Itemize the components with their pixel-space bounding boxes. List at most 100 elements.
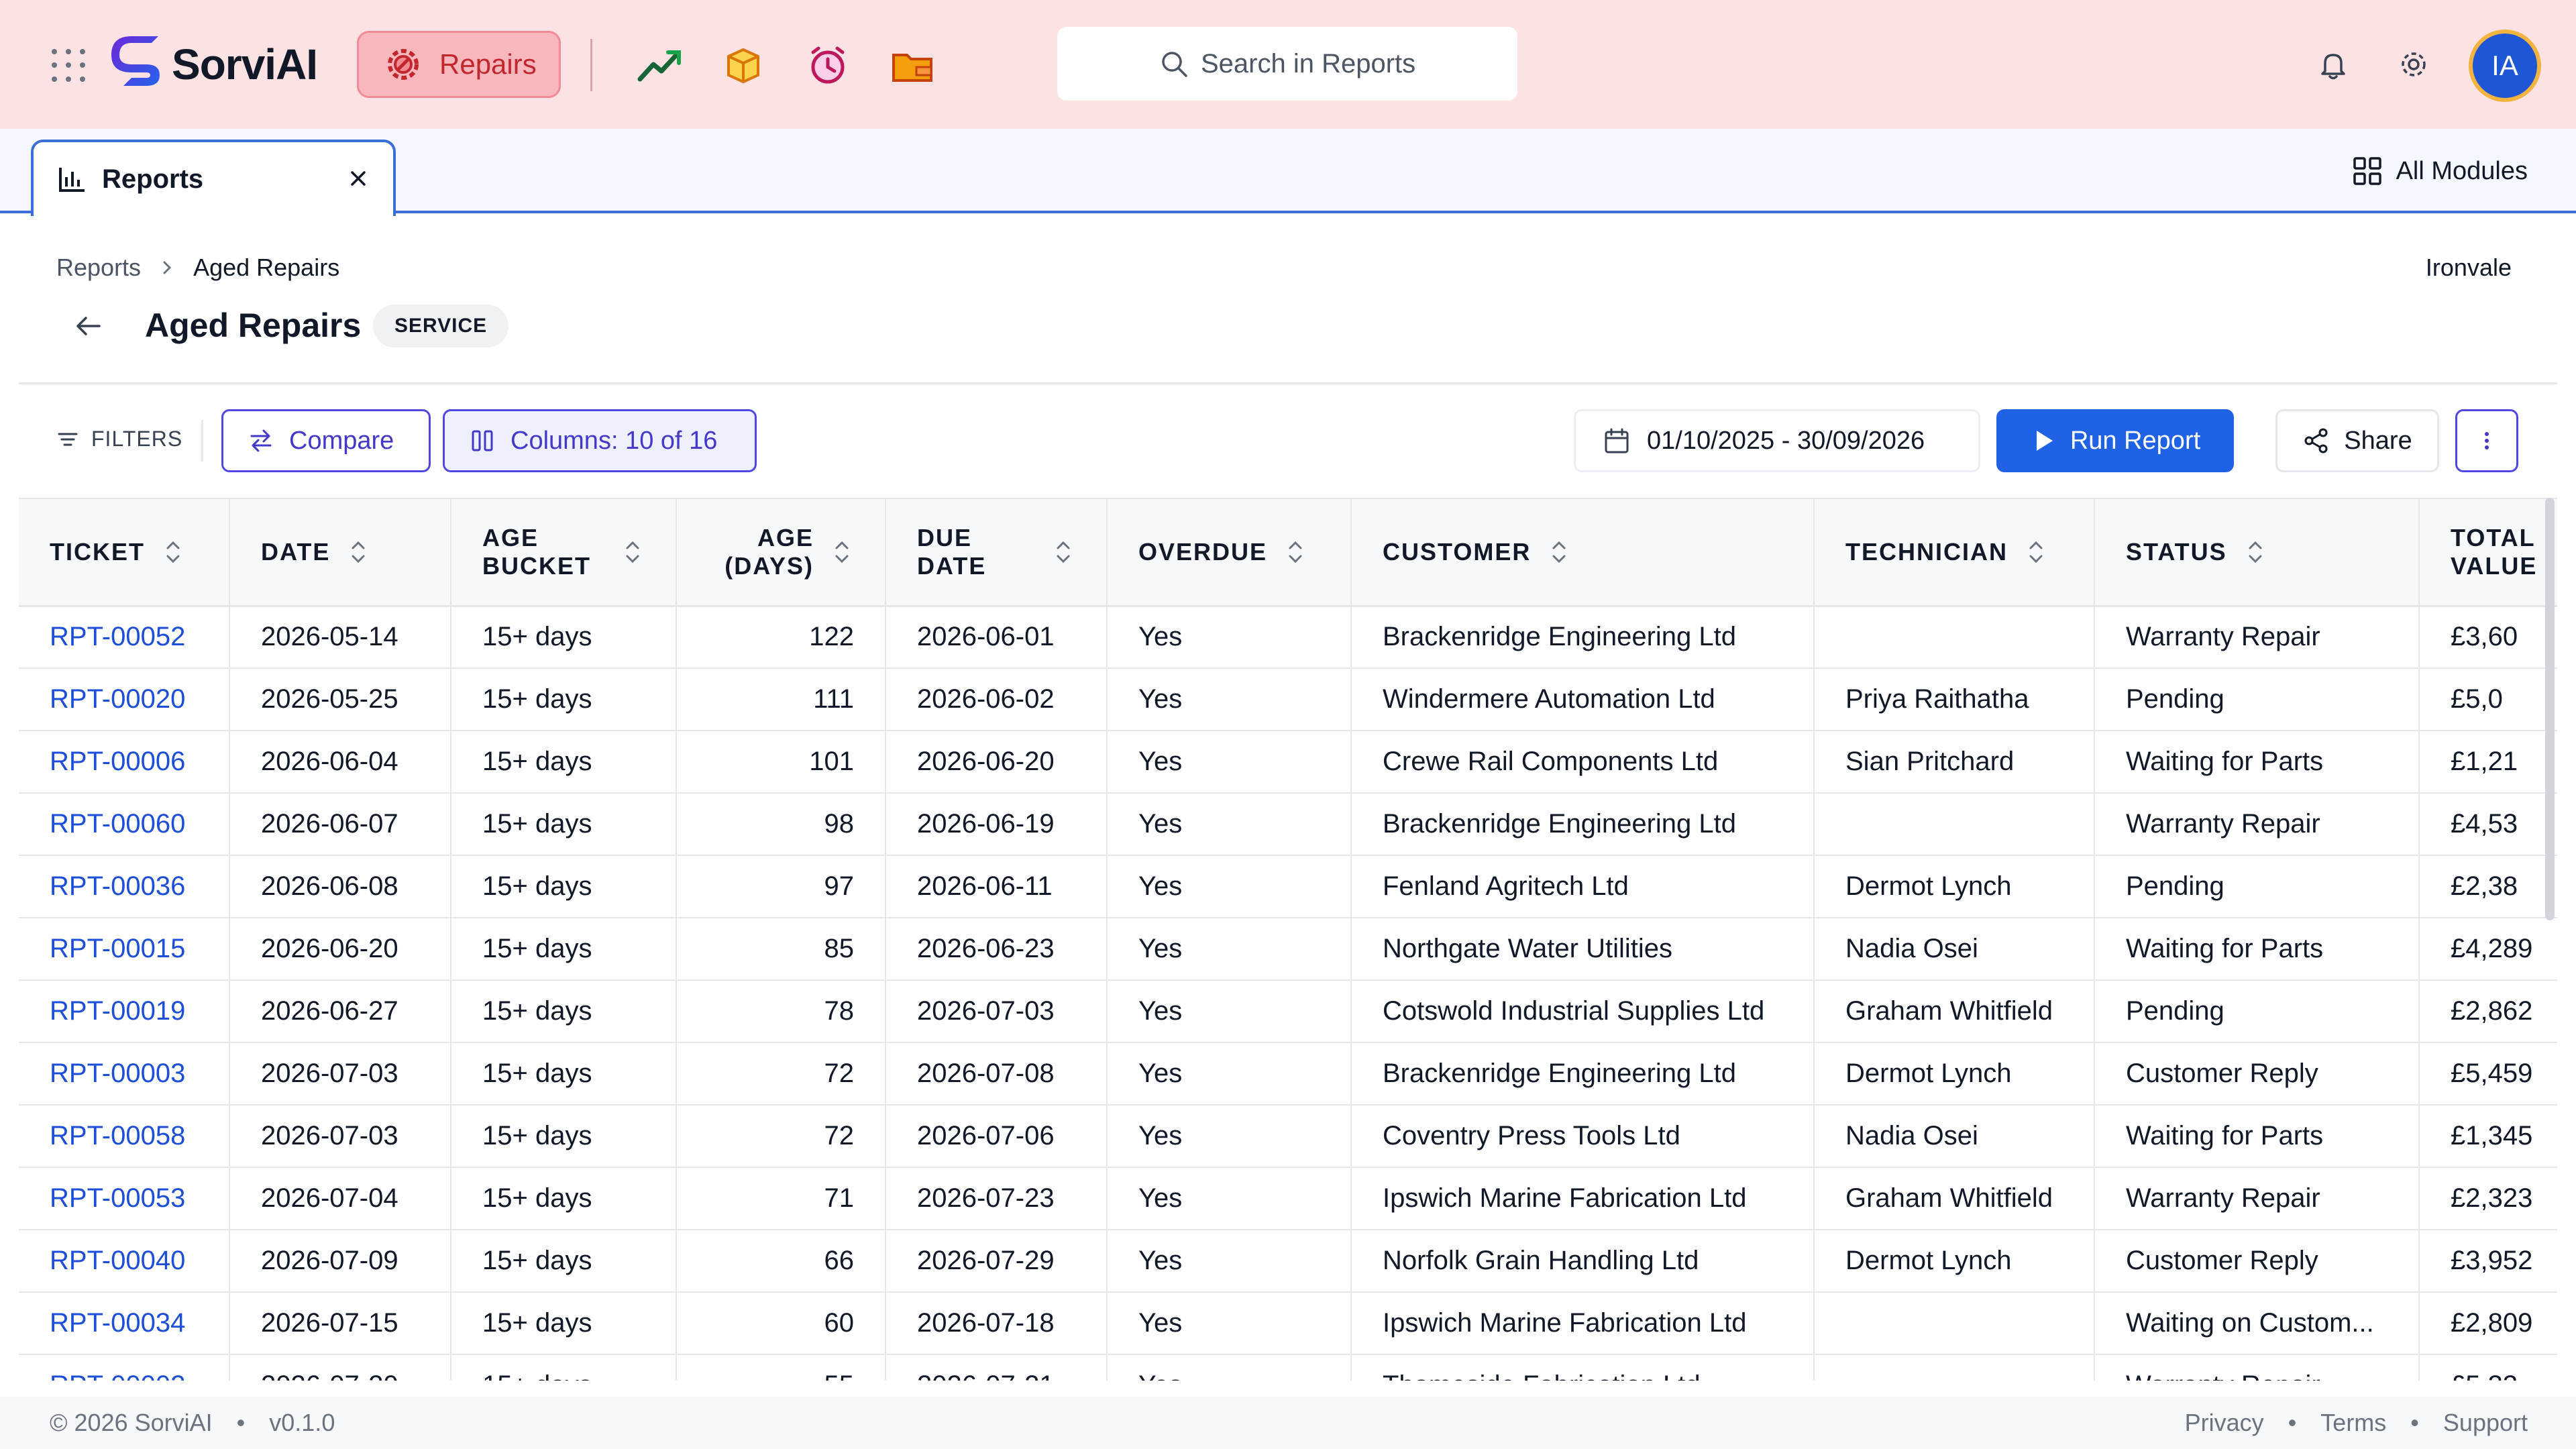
column-header[interactable]: TICKET	[19, 498, 230, 607]
table-cell: Waiting on Custom...	[2094, 1292, 2420, 1355]
ticket-link[interactable]: RPT-00034	[19, 1292, 230, 1355]
table-row[interactable]: RPT-00040 2026-07-09 15+ days 66 2026-07-29 Y…	[19, 1230, 2557, 1293]
share-button[interactable]: Share	[2275, 409, 2439, 472]
table-cell: Waiting for Parts	[2094, 918, 2420, 981]
ticket-link[interactable]: RPT-00020	[19, 668, 230, 731]
ticket-link[interactable]: RPT-00058	[19, 1105, 230, 1168]
user-avatar[interactable]: IA	[2469, 30, 2541, 102]
table-row[interactable]: RPT-00034 2026-07-15 15+ days 60 2026-07-18 Y…	[19, 1292, 2557, 1355]
ticket-link[interactable]: RPT-00015	[19, 918, 230, 981]
table-row[interactable]: RPT-00036 2026-06-08 15+ days 97 2026-06-11 Y…	[19, 855, 2557, 918]
search-bar[interactable]	[1057, 27, 1517, 101]
columns-button[interactable]: Columns: 10 of 16	[443, 409, 757, 472]
search-input[interactable]	[1201, 48, 1415, 79]
table-cell: 15+ days	[451, 980, 677, 1043]
table-row[interactable]: RPT-00060 2026-06-07 15+ days 98 2026-06-19 Y…	[19, 793, 2557, 856]
settings-gear-icon[interactable]	[2396, 47, 2431, 82]
apps-grid-icon[interactable]	[50, 47, 87, 85]
table-row[interactable]: RPT-00006 2026-06-04 15+ days 101 2026-06-20…	[19, 731, 2557, 794]
compare-button[interactable]: Compare	[221, 409, 431, 472]
service-alarm-icon[interactable]	[804, 42, 852, 90]
table-cell: £5,33	[2419, 1354, 2557, 1381]
footer-separator: •	[2410, 1409, 2419, 1436]
table-cell: 2026-06-19	[885, 793, 1108, 856]
sort-icon[interactable]	[1051, 537, 1075, 568]
table-row[interactable]: RPT-00020 2026-05-25 15+ days 111 2026-06-02…	[19, 668, 2557, 731]
back-arrow-icon[interactable]	[72, 310, 105, 342]
footer-support-link[interactable]: Support	[2443, 1409, 2528, 1437]
table-row[interactable]: RPT-00052 2026-05-14 15+ days 122 2026-06-01…	[19, 606, 2557, 669]
date-range-picker[interactable]: 01/10/2025 - 30/09/2026	[1574, 409, 1980, 472]
table-cell: £2,38	[2419, 855, 2557, 918]
close-icon[interactable]	[347, 168, 369, 189]
sales-chart-icon[interactable]	[636, 42, 684, 90]
ticket-link[interactable]: RPT-00006	[19, 731, 230, 794]
logo-mark-icon	[111, 36, 160, 86]
breadcrumb-current: Aged Repairs	[193, 254, 340, 281]
all-modules-label: All Modules	[2396, 156, 2528, 185]
ticket-link[interactable]: RPT-00060	[19, 793, 230, 856]
sort-icon[interactable]	[1283, 537, 1307, 568]
sort-icon[interactable]	[2243, 537, 2267, 568]
table-cell: Ipswich Marine Fabrication Ltd	[1351, 1167, 1815, 1230]
column-header[interactable]: AGE (DAYS)	[676, 498, 886, 607]
column-header[interactable]: OVERDUE	[1107, 498, 1352, 607]
table-cell: 2026-07-09	[229, 1230, 451, 1293]
tab-reports[interactable]: Reports	[31, 140, 396, 216]
table-row[interactable]: RPT-00015 2026-06-20 15+ days 85 2026-06-23 Y…	[19, 918, 2557, 981]
table-row[interactable]: RPT-00019 2026-06-27 15+ days 78 2026-07-03 Y…	[19, 980, 2557, 1043]
ticket-link[interactable]: RPT-00003	[19, 1042, 230, 1106]
notifications-bell-icon[interactable]	[2316, 47, 2351, 82]
table-cell: 2026-05-14	[229, 606, 451, 669]
breadcrumb-root-link[interactable]: Reports	[56, 254, 141, 282]
table-row[interactable]: RPT-000022026-07-2015+ days552026-07-21Y…	[19, 1354, 2557, 1381]
ticket-link[interactable]: RPT-00040	[19, 1230, 230, 1293]
column-header[interactable]: TOTAL VALUE	[2419, 498, 2557, 607]
sort-icon[interactable]	[161, 537, 185, 568]
column-header[interactable]: CUSTOMER	[1351, 498, 1815, 607]
sort-icon[interactable]	[2024, 537, 2048, 568]
repairs-module-button[interactable]: Repairs	[357, 31, 561, 98]
column-header[interactable]: AGE BUCKET	[451, 498, 677, 607]
table-cell: Yes	[1107, 1105, 1352, 1168]
table-row[interactable]: RPT-00003 2026-07-03 15+ days 72 2026-07-08 Y…	[19, 1042, 2557, 1106]
ticket-link[interactable]: RPT-00053	[19, 1167, 230, 1230]
table-cell: 2026-06-01	[885, 606, 1108, 669]
table-cell: Yes	[1107, 668, 1352, 731]
ticket-link[interactable]: RPT-00052	[19, 606, 230, 669]
filters-button[interactable]: FILTERS	[56, 427, 182, 451]
column-header[interactable]: TECHNICIAN	[1814, 498, 2095, 607]
all-modules-button[interactable]: All Modules	[2352, 156, 2528, 186]
table-row[interactable]: RPT-00058 2026-07-03 15+ days 72 2026-07-06 Y…	[19, 1105, 2557, 1168]
ticket-link[interactable]: RPT-00002	[19, 1354, 230, 1381]
footer-privacy-link[interactable]: Privacy	[2185, 1409, 2264, 1437]
column-header[interactable]: DUE DATE	[885, 498, 1108, 607]
footer-terms-link[interactable]: Terms	[2320, 1409, 2386, 1437]
column-header[interactable]: STATUS	[2094, 498, 2420, 607]
column-header[interactable]: DATE	[229, 498, 451, 607]
table-cell: £5,459	[2419, 1042, 2557, 1106]
sort-icon[interactable]	[346, 537, 370, 568]
page-title: Aged Repairs	[145, 307, 362, 344]
sort-icon[interactable]	[621, 537, 645, 568]
sort-icon[interactable]	[830, 537, 854, 568]
share-label: Share	[2344, 426, 2412, 455]
table-scrollbar[interactable]	[2545, 498, 2555, 920]
report-table-container[interactable]: TICKET DATE AGE BUCKET AGE (DAYS) DUE DATE OV…	[19, 498, 2557, 1381]
run-report-button[interactable]: Run Report	[1996, 409, 2234, 472]
ticket-link[interactable]: RPT-00019	[19, 980, 230, 1043]
table-cell: 60	[676, 1292, 886, 1355]
table-cell: 72	[676, 1105, 886, 1168]
more-options-button[interactable]	[2455, 409, 2518, 472]
share-icon	[2304, 428, 2328, 453]
table-cell: Northgate Water Utilities	[1351, 918, 1815, 981]
inventory-box-icon[interactable]	[719, 42, 767, 90]
app-logo[interactable]: SorviAI	[111, 35, 318, 94]
table-row[interactable]: RPT-00053 2026-07-04 15+ days 71 2026-07-23 Y…	[19, 1167, 2557, 1230]
column-header-label: AGE BUCKET	[482, 523, 591, 580]
sort-icon[interactable]	[1547, 537, 1571, 568]
ticket-link[interactable]: RPT-00036	[19, 855, 230, 918]
table-cell: 78	[676, 980, 886, 1043]
repair-gear-icon	[388, 49, 419, 80]
wallet-folder-icon[interactable]	[888, 42, 936, 90]
